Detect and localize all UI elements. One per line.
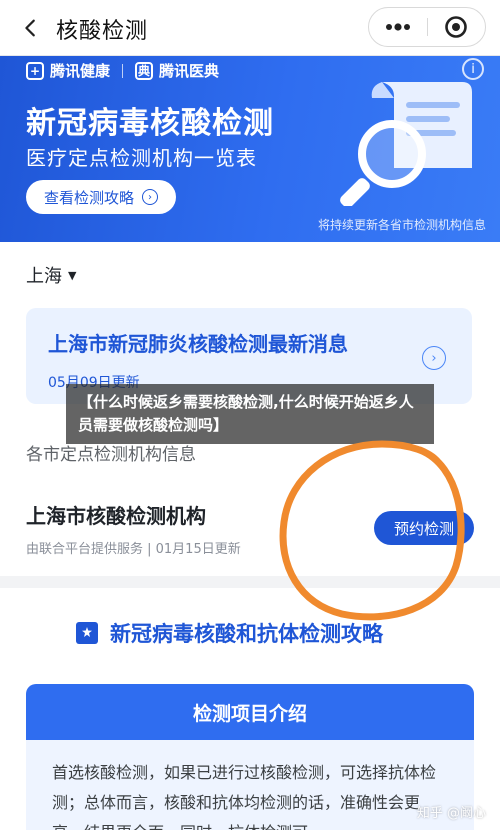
- mini-program-capsule: [368, 7, 486, 47]
- banner-note: 将持续更新各省市检测机构信息: [317, 218, 486, 232]
- back-arrow-icon: [25, 19, 35, 37]
- hand-drawn-circle-annotation: [279, 440, 465, 621]
- book-icon: 典: [135, 61, 154, 80]
- chevron-right-icon: ›: [142, 189, 158, 205]
- test-items-card: 检测项目介绍 首选核酸检测，如果已进行过核酸检测，可选择抗体检测；总体而言，核酸…: [26, 684, 474, 830]
- more-button[interactable]: [369, 8, 427, 46]
- brand-label: 腾讯健康: [50, 62, 111, 80]
- institution-title[interactable]: 上海市核酸检测机构: [26, 500, 206, 529]
- test-items-title: 检测项目介绍: [26, 684, 474, 740]
- more-dots-icon: [385, 23, 410, 31]
- brand-label: 腾讯医典: [159, 62, 220, 80]
- chevron-right-icon: ›: [422, 346, 446, 370]
- close-target-icon: [445, 16, 468, 38]
- top-nav: 核酸检测: [0, 0, 500, 56]
- headline-overlay: 【什么时候返乡需要核酸检测,什么时候开始返乡人员需要做核酸检测吗】: [66, 384, 434, 444]
- city-selector[interactable]: 上海 ▼: [26, 262, 76, 288]
- institution-subtitle: 由联合平台提供服务 | 01月15日更新: [26, 542, 241, 557]
- view-guide-label: 查看检测攻略: [43, 188, 134, 207]
- news-title: 上海市新冠肺炎核酸检测最新消息: [48, 332, 348, 356]
- caret-down-icon: ▼: [68, 268, 77, 282]
- watermark: 知乎 @阚心: [416, 806, 486, 821]
- magnifier-document-illustration: [340, 82, 472, 206]
- back-button[interactable]: [14, 10, 48, 46]
- brand-tencent-health: + 腾讯健康: [26, 60, 110, 81]
- plus-icon: +: [26, 61, 44, 80]
- banner-subtitle: 医疗定点检测机构一览表: [26, 146, 257, 170]
- hero-banner: + 腾讯健康 典 腾讯医典 i 新冠病毒核酸检测 医疗定点检测机构一览表 查看检…: [0, 56, 500, 242]
- city-label: 上海: [26, 266, 62, 287]
- page-title: 核酸检测: [56, 19, 149, 44]
- brand-row: + 腾讯健康 典 腾讯医典: [26, 60, 219, 81]
- close-button[interactable]: [428, 8, 486, 46]
- view-guide-button[interactable]: 查看检测攻略 ›: [26, 180, 176, 214]
- bookmark-star-icon: [76, 622, 98, 644]
- brand-divider: [122, 63, 124, 78]
- test-items-text: 首选核酸检测，如果已进行过核酸检测，可选择抗体检测；总体而言，核酸和抗体均检测的…: [52, 763, 437, 830]
- banner-title: 新冠病毒核酸检测: [26, 106, 274, 141]
- brand-tencent-yidian: 典 腾讯医典: [135, 60, 219, 81]
